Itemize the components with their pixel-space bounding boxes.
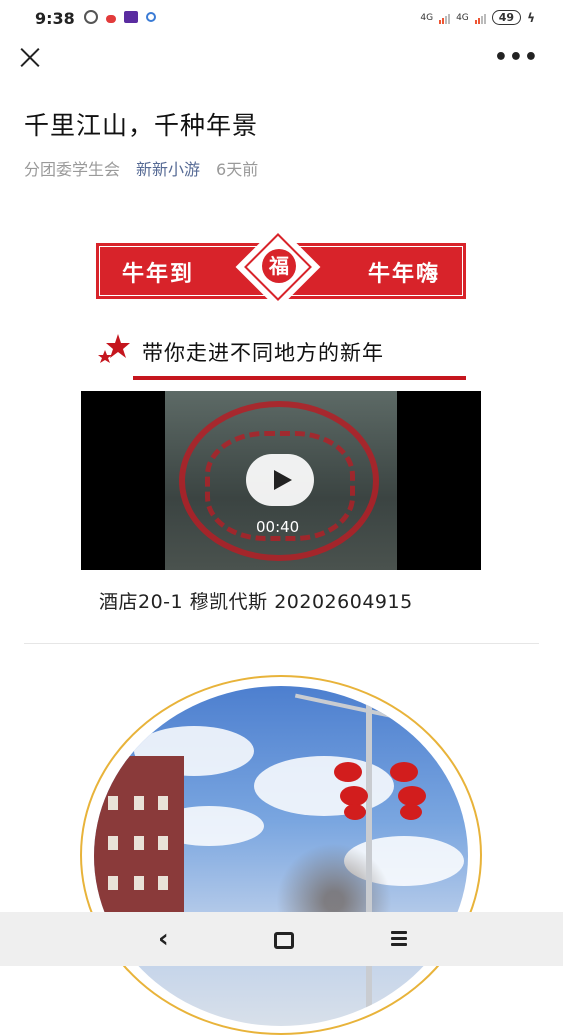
notification-icons [84,10,156,24]
location-icon [146,12,156,22]
stars-icon [98,334,130,363]
video-caption: 酒店20-1 穆凯代斯 20202604915 [99,591,413,613]
charging-icon: ϟ [527,10,535,25]
banner-right-text: 牛年嗨 [367,262,440,287]
alarm-icon [84,10,98,24]
signal-icon [439,12,451,24]
system-nav-bar: ‹ [0,912,563,966]
play-icon[interactable] [246,454,314,506]
close-icon[interactable] [18,46,42,70]
lantern [334,762,362,782]
lantern [400,804,422,820]
app-notification-icon [106,14,116,23]
lantern [344,804,366,820]
publish-time: 6天前 [216,160,259,179]
fu-badge: 福 [262,249,296,283]
network-label: 4G [456,12,469,23]
back-icon[interactable]: ‹ [158,924,169,954]
video-player[interactable]: 00:40 [81,391,481,570]
street-photo[interactable] [94,686,468,1026]
section-title: 带你走进不同地方的新年 [142,341,384,365]
app-notification-icon [124,11,138,23]
lantern [390,762,418,782]
divider [24,643,539,644]
account-link[interactable]: 新新小游 [136,156,200,180]
signal-icon [474,12,486,24]
banner-left-text: 牛年到 [122,262,195,287]
battery-indicator: 49 [491,10,522,25]
status-right: 4G 4G 49 ϟ [420,10,535,25]
new-year-banner: 牛年到 福 牛年嗨 [96,224,466,310]
menu-icon[interactable] [391,931,407,949]
lamp-pole [366,686,372,1026]
status-time: 9:38 [35,9,75,28]
section-underline [133,376,466,380]
status-bar: 9:38 4G 4G 49 ϟ [0,0,563,36]
article-title: 千里江山，千种年景 [24,111,259,140]
network-label: 4G [420,12,434,23]
article-meta: 分团委学生会 新新小游 6天前 [24,156,258,180]
author-org: 分团委学生会 [24,160,121,179]
home-icon[interactable] [274,932,294,949]
lantern [398,786,426,806]
video-duration: 00:40 [256,518,300,536]
lantern [340,786,368,806]
more-icon[interactable]: ••• [494,47,539,69]
